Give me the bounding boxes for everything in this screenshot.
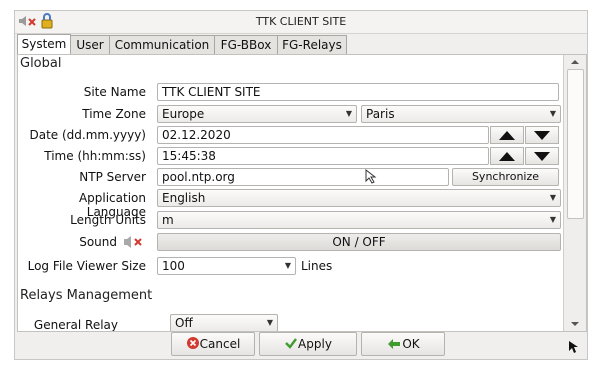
chevron-down-icon: ▼ — [549, 109, 556, 118]
site-name-input[interactable]: TTK CLIENT SITE — [157, 83, 559, 101]
general-relay-select[interactable]: Off ▼ — [170, 314, 278, 331]
chevron-down-icon: ▼ — [549, 193, 556, 202]
synchronize-button[interactable]: Synchronize — [452, 168, 559, 186]
general-relay-value: Off — [175, 316, 193, 330]
checkmark-icon — [285, 338, 298, 349]
sound-toggle-button[interactable]: ON / OFF — [157, 233, 561, 251]
time-zone-city-value: Paris — [366, 107, 395, 121]
chevron-down-icon: ▼ — [266, 318, 273, 327]
mouse-cursor-icon — [365, 169, 377, 184]
date-label: Date (dd.mm.yyyy) — [29, 128, 146, 142]
arrow-down-icon — [534, 152, 550, 161]
tab-system[interactable]: System — [17, 34, 71, 55]
ok-button[interactable]: OK — [361, 332, 445, 356]
chevron-down-icon: ▼ — [284, 261, 291, 270]
arrow-up-icon — [499, 131, 515, 140]
log-size-value: 100 — [162, 259, 185, 273]
language-select[interactable]: English ▼ — [157, 189, 561, 207]
length-units-label: Length Units — [70, 213, 146, 227]
log-size-spinbox[interactable]: 100 ▼ — [157, 257, 296, 275]
apply-button[interactable]: Apply — [259, 332, 357, 356]
settings-window: TTK CLIENT SITE System User Communicatio… — [14, 10, 588, 360]
date-decrement-button[interactable] — [525, 126, 559, 144]
language-value: English — [162, 191, 206, 205]
chevron-down-icon: ▼ — [345, 109, 352, 118]
vertical-scrollbar[interactable] — [563, 55, 586, 331]
general-relay-label: General Relay — [33, 318, 118, 332]
length-units-select[interactable]: m ▼ — [157, 211, 561, 229]
section-relays: Relays Management — [20, 288, 153, 303]
cancel-icon — [186, 337, 199, 349]
sound-label: Sound — [79, 235, 117, 249]
length-units-value: m — [162, 213, 174, 227]
tab-fg-bbox[interactable]: FG-BBox — [214, 35, 278, 54]
time-increment-button[interactable] — [490, 147, 524, 165]
ok-label: OK — [402, 337, 420, 351]
ntp-server-input[interactable]: pool.ntp.org — [157, 168, 449, 186]
scroll-up-arrow-icon — [571, 60, 579, 64]
time-zone-region-value: Europe — [162, 107, 205, 121]
window-title: TTK CLIENT SITE — [255, 15, 347, 28]
tab-user[interactable]: User — [70, 35, 110, 54]
tab-communication[interactable]: Communication — [109, 35, 215, 54]
time-zone-region-select[interactable]: Europe ▼ — [157, 105, 357, 123]
time-zone-city-select[interactable]: Paris ▼ — [361, 105, 561, 123]
cancel-button[interactable]: Cancel — [171, 332, 255, 356]
arrow-down-icon — [534, 131, 550, 140]
ok-arrow-icon — [388, 339, 401, 349]
time-decrement-button[interactable] — [525, 147, 559, 165]
log-size-label: Log File Viewer Size — [27, 259, 146, 273]
cancel-label: Cancel — [199, 337, 241, 351]
system-panel: Global Site Name TTK CLIENT SITE Time Zo… — [17, 54, 587, 332]
time-zone-label: Time Zone — [82, 107, 146, 121]
chevron-down-icon: ▼ — [549, 215, 556, 224]
time-input[interactable]: 15:45:38 — [157, 147, 489, 165]
time-label: Time (hh:mm:ss) — [44, 149, 146, 163]
log-size-unit: Lines — [301, 259, 333, 273]
tab-fg-relays[interactable]: FG-Relays — [277, 35, 347, 54]
scroll-down-arrow-icon — [571, 322, 579, 326]
section-global: Global — [20, 56, 62, 71]
sound-muted-icon — [124, 236, 142, 248]
date-increment-button[interactable] — [490, 126, 524, 144]
arrow-up-icon — [499, 152, 515, 161]
title-bar: TTK CLIENT SITE — [15, 11, 587, 34]
mouse-pointer-icon — [569, 341, 578, 353]
ntp-server-label: NTP Server — [79, 170, 146, 184]
dialog-button-bar: Cancel Apply OK — [15, 331, 587, 359]
scrollbar-thumb[interactable] — [567, 69, 584, 219]
date-input[interactable]: 02.12.2020 — [157, 126, 489, 144]
apply-label: Apply — [298, 337, 332, 351]
site-name-label: Site Name — [83, 85, 146, 99]
